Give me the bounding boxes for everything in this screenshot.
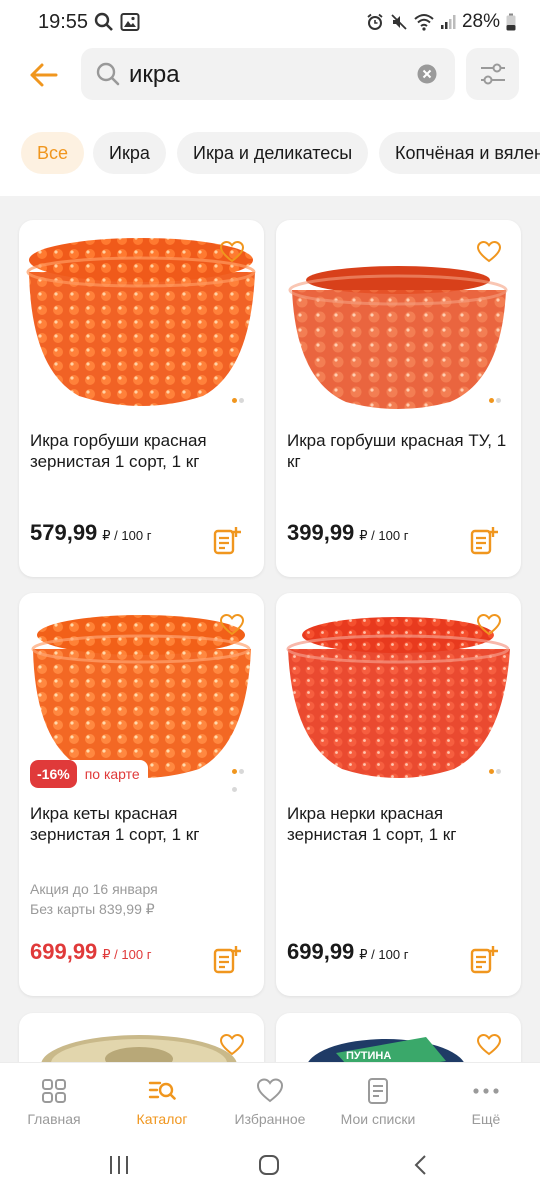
product-price: 699,99 ₽ / 100 г [287, 939, 408, 965]
status-bar: 19:55 28% [0, 0, 540, 44]
category-chips: Все Икра Икра и деликатесы Копчёная и вя… [0, 132, 540, 174]
price-unit: ₽ / 100 г [359, 947, 409, 962]
price-value: 699,99 [30, 939, 98, 964]
discount-label: по карте [84, 766, 140, 782]
gallery-notification-icon [120, 13, 140, 31]
filter-sliders-icon [481, 63, 505, 85]
nav-label: Мои списки [340, 1111, 416, 1127]
product-card[interactable]: -16% по карте Икра кеты красная зерниста… [19, 593, 264, 996]
nav-more[interactable]: Ещё [432, 1063, 540, 1139]
product-title: Икра нерки красная зернистая 1 сорт, 1 к… [287, 804, 457, 844]
favorite-heart-icon[interactable] [477, 614, 501, 636]
price-unit: ₽ / 100 г [359, 528, 409, 543]
product-card[interactable]: Икра горбуши красная ТУ, 1 кг 399,99 ₽ /… [276, 220, 521, 577]
product-price: 699,99 ₽ / 100 г [30, 939, 151, 965]
nav-label: Избранное [234, 1111, 306, 1127]
back-button[interactable] [28, 60, 60, 90]
price-unit: ₽ / 100 г [102, 528, 152, 543]
product-title: Икра горбуши красная зернистая 1 сорт, 1… [30, 431, 207, 471]
price-value: 699,99 [287, 939, 355, 964]
recent-apps-icon [110, 1156, 128, 1174]
favorite-heart-icon[interactable] [477, 241, 501, 263]
catalog-search-icon [148, 1081, 176, 1100]
search-query[interactable]: икра [129, 61, 180, 89]
signal-icon [440, 15, 456, 29]
promo-until: Акция до 16 января [30, 881, 158, 897]
brand-label: ПУТИНА [346, 1050, 391, 1062]
nav-label: Главная [27, 1111, 81, 1127]
chip-smoked[interactable]: Копчёная и вяленая [379, 132, 540, 174]
mute-icon [391, 14, 407, 30]
back-chevron-icon [414, 1155, 426, 1175]
product-title: Икра кеты красная зернистая 1 сорт, 1 кг [30, 804, 200, 844]
nav-home[interactable]: Главная [0, 1063, 108, 1139]
alarm-icon [367, 13, 383, 30]
grid-icon [42, 1079, 66, 1103]
add-to-list-icon[interactable] [469, 525, 499, 555]
clear-search-icon[interactable] [417, 64, 437, 84]
top-bar: 19:55 28% икра Все Икра Икра и деликатес… [0, 0, 540, 196]
search-icon [96, 62, 120, 86]
product-card[interactable] [19, 1013, 264, 1062]
product-title: Икра горбуши красная ТУ, 1 кг [287, 431, 507, 471]
product-card[interactable]: Икра горбуши красная зернистая 1 сорт, 1… [19, 220, 264, 577]
search-row: икра [0, 48, 540, 102]
chip-ikra-delicacies[interactable]: Икра и деликатесы [177, 132, 369, 174]
price-value: 399,99 [287, 520, 355, 545]
battery-icon [506, 13, 516, 31]
back-nav-button[interactable] [410, 1154, 432, 1181]
product-price: 579,99 ₽ / 100 г [30, 520, 151, 546]
chip-ikra[interactable]: Икра [93, 132, 166, 174]
nav-label: Каталог [136, 1111, 188, 1127]
bottom-navigation: Главная Каталог Избранное Мои списки Ещё [0, 1062, 540, 1138]
system-navigation-bar [0, 1138, 540, 1200]
wifi-icon [414, 14, 434, 31]
favorite-heart-icon[interactable] [220, 241, 244, 263]
search-notification-icon [94, 12, 113, 31]
nav-favorites[interactable]: Избранное [216, 1063, 324, 1139]
favorite-heart-icon[interactable] [220, 614, 244, 636]
image-pager-dots [487, 761, 501, 774]
discount-percent: -16% [30, 760, 77, 788]
price-without-card: Без карты 839,99 ₽ [30, 901, 155, 917]
nav-my-lists[interactable]: Мои списки [324, 1063, 432, 1139]
battery-percent: 28% [461, 11, 500, 32]
search-input[interactable]: икра [81, 48, 455, 100]
product-card[interactable]: Икра нерки красная зернистая 1 сорт, 1 к… [276, 593, 521, 996]
favorite-heart-icon[interactable] [477, 1034, 501, 1056]
nav-label: Ещё [471, 1111, 501, 1127]
image-pager-dots [230, 390, 244, 403]
chip-all[interactable]: Все [21, 132, 85, 174]
home-icon [259, 1155, 279, 1175]
more-icon [473, 1088, 499, 1094]
home-button[interactable] [258, 1154, 280, 1181]
recent-apps-button[interactable] [108, 1154, 130, 1181]
list-icon [368, 1078, 388, 1104]
product-price: 399,99 ₽ / 100 г [287, 520, 408, 546]
add-to-list-icon[interactable] [469, 944, 499, 974]
image-pager-dots [487, 390, 501, 403]
product-grid: Икра горбуши красная зернистая 1 сорт, 1… [0, 196, 540, 1062]
image-pager-dots [230, 761, 244, 792]
discount-badge: -16% по карте [30, 760, 148, 788]
arrow-left-icon [30, 63, 58, 87]
filter-button[interactable] [466, 48, 519, 100]
price-value: 579,99 [30, 520, 98, 545]
add-to-list-icon[interactable] [212, 525, 242, 555]
favorite-heart-icon[interactable] [220, 1034, 244, 1056]
nav-catalog[interactable]: Каталог [108, 1063, 216, 1139]
product-card[interactable]: ПУТИНА [276, 1013, 521, 1062]
status-time: 19:55 [38, 11, 89, 33]
price-unit: ₽ / 100 г [102, 947, 152, 962]
heart-icon [256, 1078, 284, 1103]
add-to-list-icon[interactable] [212, 944, 242, 974]
